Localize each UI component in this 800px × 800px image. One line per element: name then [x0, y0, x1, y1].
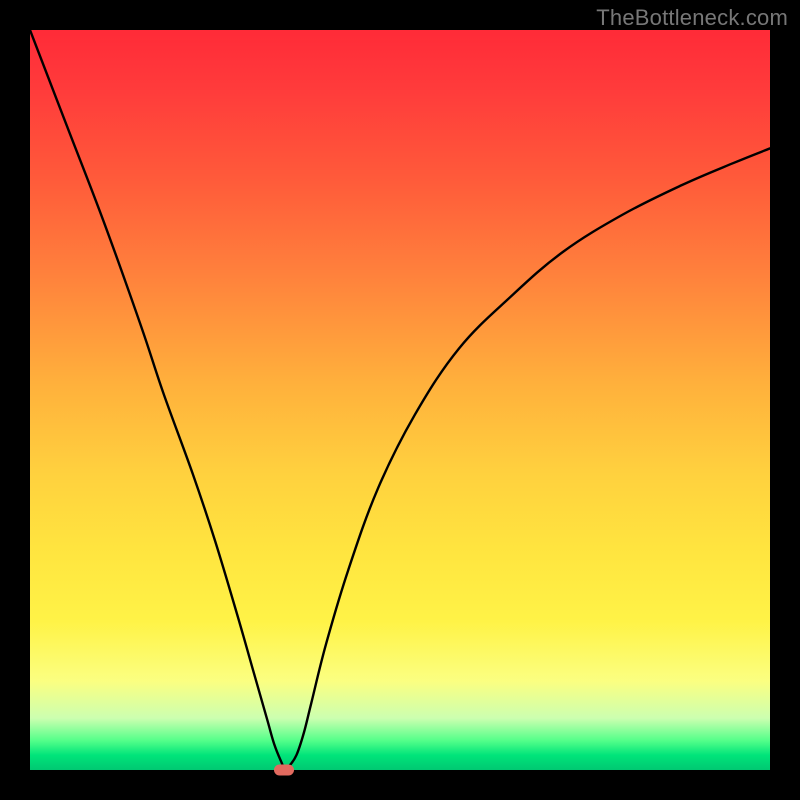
bottleneck-curve [30, 30, 770, 770]
chart-plot-area [30, 30, 770, 770]
watermark-text: TheBottleneck.com [596, 5, 788, 31]
chart-frame: TheBottleneck.com [0, 0, 800, 800]
optimal-point-marker [274, 765, 294, 776]
